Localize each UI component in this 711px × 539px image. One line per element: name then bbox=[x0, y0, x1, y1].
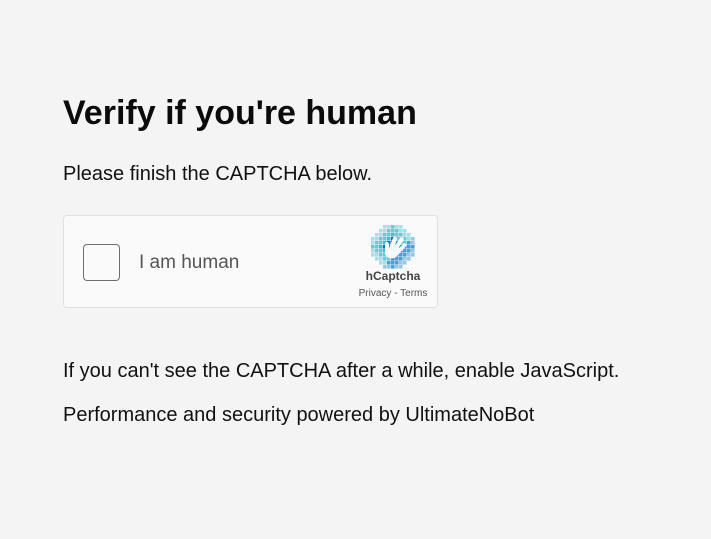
human-checkbox[interactable] bbox=[83, 244, 120, 281]
javascript-note: If you can't see the CAPTCHA after a whi… bbox=[63, 360, 620, 382]
page-title: Verify if you're human bbox=[63, 94, 417, 132]
powered-by-text: Performance and security powered by Ulti… bbox=[63, 404, 535, 426]
captcha-legal-links: Privacy - Terms bbox=[344, 288, 442, 300]
legal-separator: - bbox=[394, 288, 398, 299]
checkbox-label: I am human bbox=[139, 252, 240, 273]
hcaptcha-hand-icon bbox=[371, 225, 415, 269]
privacy-link[interactable]: Privacy bbox=[359, 288, 392, 299]
terms-link[interactable]: Terms bbox=[400, 288, 427, 299]
page-subtitle: Please finish the CAPTCHA below. bbox=[63, 163, 373, 185]
captcha-widget: I am human hCaptcha Privacy - Terms bbox=[63, 215, 438, 308]
hcaptcha-brand: hCaptcha bbox=[365, 269, 421, 283]
